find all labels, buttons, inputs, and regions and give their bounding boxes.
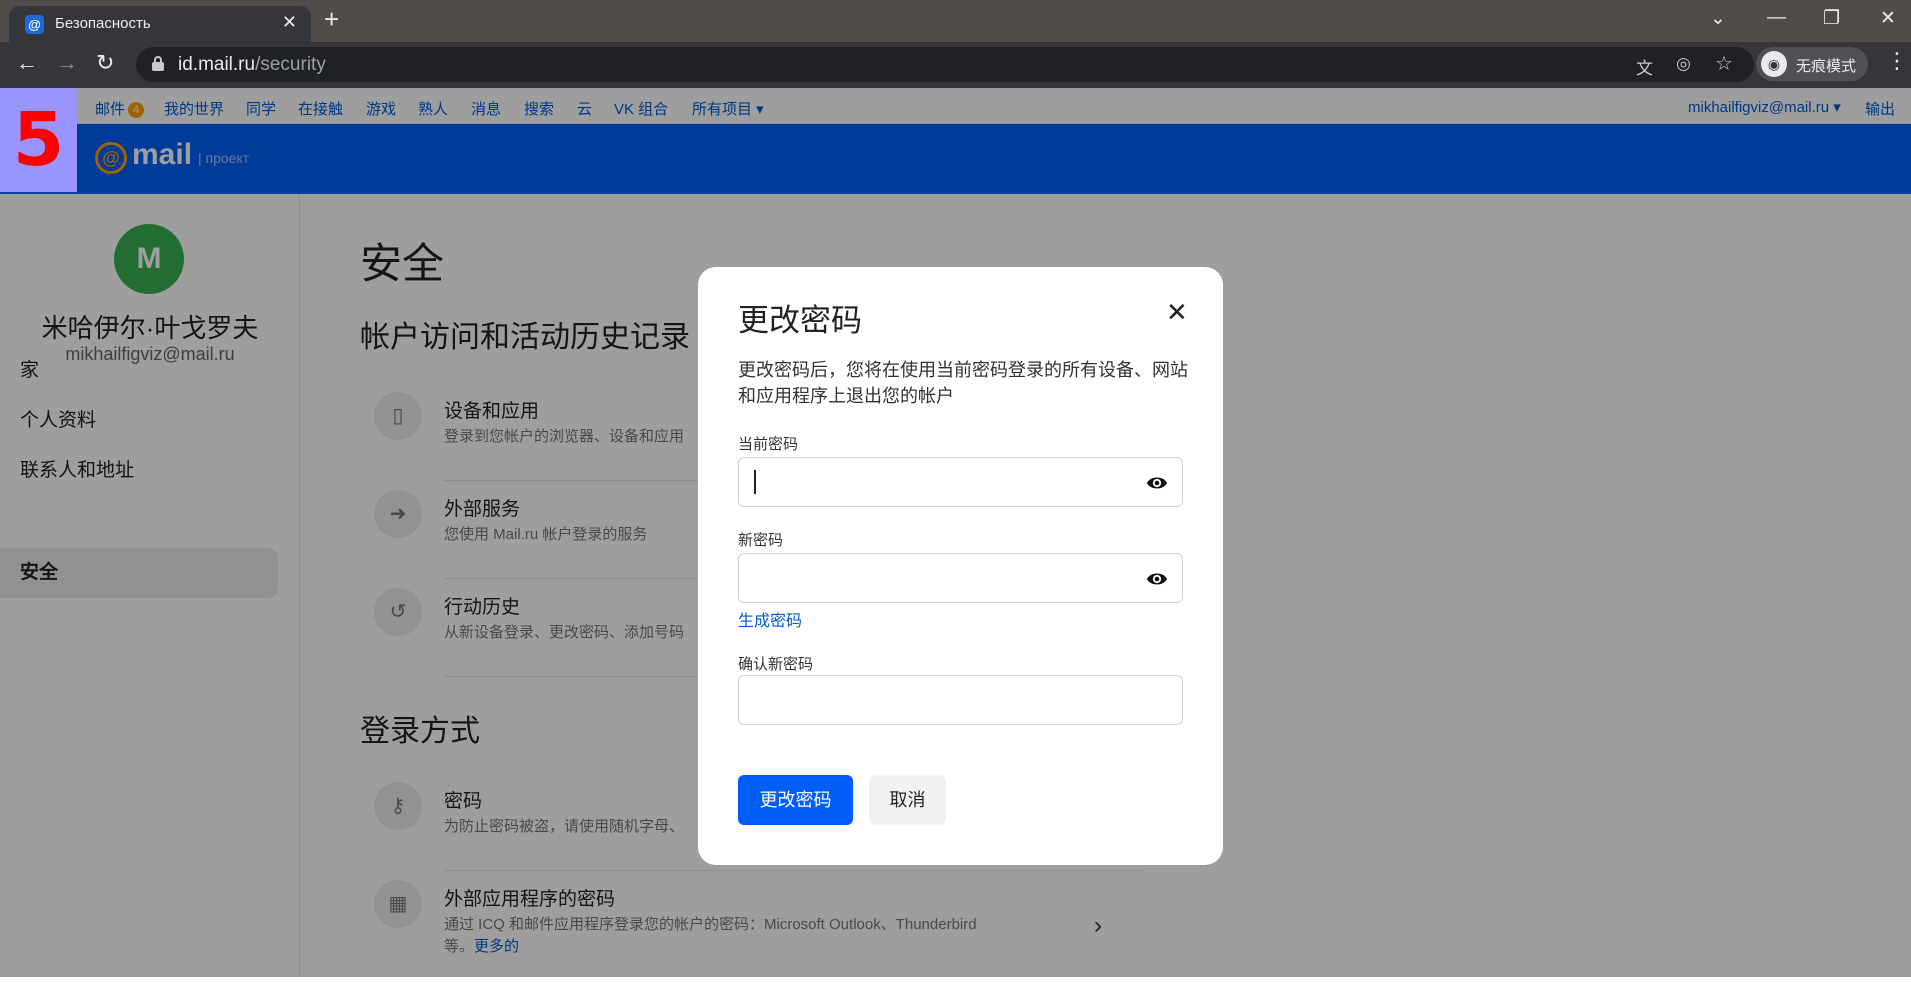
new-password-label: 新密码 xyxy=(738,532,784,549)
step-number-badge: 5 xyxy=(0,88,77,192)
generate-password-link[interactable]: 生成密码 xyxy=(738,607,802,631)
lock-icon[interactable] xyxy=(152,56,164,71)
incognito-label: 无痕模式 xyxy=(1796,58,1857,75)
mail-favicon-icon: @ xyxy=(25,15,44,34)
show-password-icon[interactable] xyxy=(1146,568,1168,590)
dialog-description: 更改密码后，您将在使用当前密码登录的所有设备、网站和应用程序上退出您的帐户 xyxy=(738,360,1188,406)
more-menu-icon[interactable]: ⋮ xyxy=(1886,48,1908,74)
browser-tabstrip: @ Безопасность ✕ + ⌄ — ❐ ✕ xyxy=(0,0,1911,42)
eye-off-icon[interactable]: ◎ xyxy=(1676,54,1691,74)
current-password-label: 当前密码 xyxy=(738,436,799,453)
show-password-icon[interactable] xyxy=(1146,472,1168,494)
reload-icon[interactable]: ↻ xyxy=(96,50,114,76)
url-text: id.mail.ru/security xyxy=(178,54,326,75)
restore-icon[interactable]: ❐ xyxy=(1823,7,1840,30)
confirm-password-label: 确认新密码 xyxy=(738,656,814,673)
browser-toolbar: ← → ↻ id.mail.ru/security 文 ◎ ☆ ◉ 无痕模式 ⋮ xyxy=(0,42,1911,88)
back-icon[interactable]: ← xyxy=(16,50,38,76)
tab-search-icon[interactable]: ⌄ xyxy=(1710,7,1726,30)
address-bar[interactable]: id.mail.ru/security 文 ◎ ☆ xyxy=(136,47,1754,82)
browser-tab[interactable]: @ Безопасность ✕ xyxy=(9,6,311,42)
forward-icon[interactable]: → xyxy=(56,50,78,76)
change-password-button[interactable]: 更改密码 xyxy=(738,775,853,825)
new-password-field[interactable] xyxy=(738,553,1183,603)
new-tab-icon[interactable]: + xyxy=(324,4,339,35)
close-window-icon[interactable]: ✕ xyxy=(1880,7,1896,30)
tab-title: Безопасность xyxy=(55,15,151,32)
minimize-icon[interactable]: — xyxy=(1767,7,1786,29)
translate-icon[interactable]: 文 xyxy=(1636,54,1653,79)
bookmark-star-icon[interactable]: ☆ xyxy=(1715,51,1733,76)
text-caret xyxy=(754,470,756,494)
current-password-field[interactable] xyxy=(738,457,1183,507)
cancel-button[interactable]: 取消 xyxy=(869,775,946,825)
close-tab-icon[interactable]: ✕ xyxy=(282,12,297,33)
close-icon[interactable]: ✕ xyxy=(1166,297,1188,328)
dialog-title: 更改密码 xyxy=(738,303,862,338)
incognito-icon: ◉ xyxy=(1761,51,1787,77)
confirm-password-field[interactable] xyxy=(738,675,1183,725)
incognito-indicator[interactable]: ◉ 无痕模式 xyxy=(1756,47,1868,81)
change-password-dialog: 更改密码 ✕ 更改密码后，您将在使用当前密码登录的所有设备、网站和应用程序上退出… xyxy=(698,267,1223,865)
